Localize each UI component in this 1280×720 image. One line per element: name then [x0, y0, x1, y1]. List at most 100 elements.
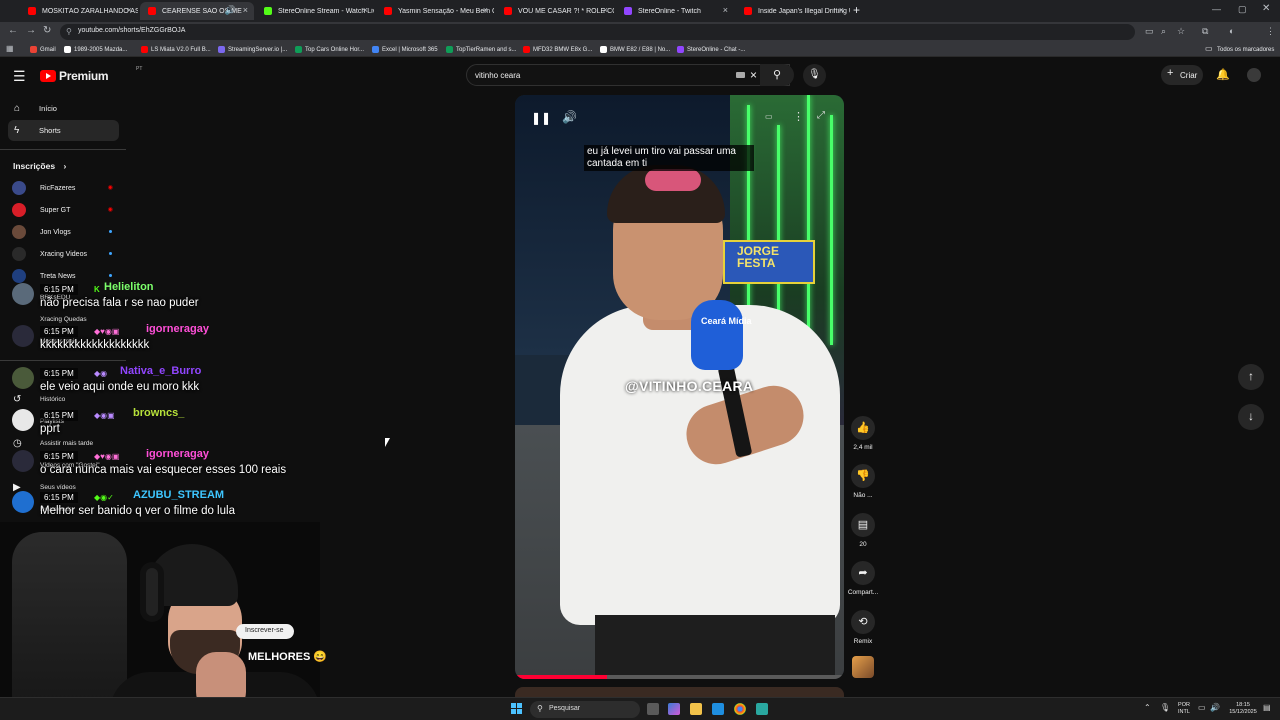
video-progress-bar[interactable]: [515, 675, 844, 679]
subscriptions-heading[interactable]: Inscrições ›: [13, 161, 66, 171]
all-bookmarks-folder[interactable]: ▭ Todos os marcadores: [1205, 44, 1274, 55]
share-button[interactable]: ➦ Compart...: [846, 561, 880, 596]
apps-grid-icon[interactable]: ▦: [6, 44, 14, 53]
close-tab-icon[interactable]: ×: [483, 5, 488, 15]
bookmark-item[interactable]: StreamingServer.io |...: [218, 44, 287, 55]
sidebar-subscription[interactable]: RicFazeres ◉: [12, 181, 122, 195]
bookmark-item[interactable]: BMW E82 / E88 | No...: [600, 44, 670, 55]
network-icon[interactable]: ▭: [1198, 703, 1206, 712]
bookmark-item[interactable]: Gmail: [30, 44, 56, 55]
bookmark-star-icon[interactable]: ☆: [1177, 26, 1185, 37]
youtube-premium-logo[interactable]: Premium PT: [40, 66, 142, 83]
hamburger-menu-icon[interactable]: ☰: [13, 68, 26, 85]
close-tab-icon[interactable]: ×: [243, 5, 248, 15]
close-tab-icon[interactable]: ×: [723, 5, 728, 15]
captions-icon[interactable]: ▭: [765, 112, 773, 121]
bookmark-item[interactable]: MFD32 BMW E8x G...: [523, 44, 592, 55]
shorts-video-player[interactable]: JORGE FESTA Ceará Mídia @VITINHO.CEARA e…: [515, 95, 844, 679]
zoom-icon[interactable]: ⌕: [1161, 26, 1166, 37]
chat-timestamp: 6:15 PM: [40, 368, 78, 379]
chat-avatar: [12, 409, 34, 431]
more-options-icon[interactable]: ⋮: [793, 110, 804, 123]
cast-icon[interactable]: ▭: [1145, 26, 1154, 37]
copilot-icon[interactable]: [668, 703, 680, 715]
fullscreen-icon[interactable]: ⤢: [817, 110, 825, 121]
language-indicator[interactable]: POR INTL: [1176, 702, 1192, 716]
browser-tab[interactable]: VOU ME CASAR ?! * ROLE COM... ×: [496, 2, 614, 20]
excel-icon: [372, 46, 379, 53]
bookmark-item[interactable]: StereOnline - Chat -...: [677, 44, 745, 55]
channel-thumbnail[interactable]: [852, 656, 874, 678]
next-short-preview[interactable]: [515, 687, 844, 697]
like-button[interactable]: 👍 2,4 mil: [846, 416, 880, 451]
sidebar-item-home[interactable]: ⌂ Início: [8, 98, 119, 119]
logo-word: Premium: [59, 69, 109, 83]
close-window-icon[interactable]: ✕: [1262, 3, 1270, 14]
windows-start-icon[interactable]: [511, 703, 523, 715]
subscribe-button[interactable]: Inscrever-se: [236, 624, 294, 639]
bookmark-item[interactable]: 1989-2005 Mazda...: [64, 44, 127, 55]
bookmark-label: TopTierRamen and s...: [456, 46, 517, 53]
sheet-icon: [295, 46, 302, 53]
bookmark-item[interactable]: Excel | Microsoft 365: [372, 44, 438, 55]
sidebar-subscription[interactable]: Jon Vlogs: [12, 225, 122, 239]
sidebar-subscription[interactable]: Super GT ◉: [12, 203, 122, 217]
clear-search-icon[interactable]: ×: [750, 68, 757, 82]
volume-icon[interactable]: 🔊: [562, 110, 577, 124]
profile-icon[interactable]: ◐: [1229, 26, 1234, 36]
tray-chevron-up-icon[interactable]: ⌃: [1144, 703, 1151, 712]
browser-tab[interactable]: MOSKITÃO ZARALHANDO AS V... ×: [20, 2, 138, 20]
reload-icon[interactable]: ↻: [43, 25, 51, 36]
maximize-icon[interactable]: ▢: [1238, 4, 1247, 15]
new-tab-button[interactable]: +: [853, 3, 860, 17]
notification-center-icon[interactable]: ▤: [1263, 703, 1271, 712]
menu-icon[interactable]: ⋮: [1266, 26, 1275, 37]
volume-tray-icon[interactable]: 🔊: [1210, 703, 1220, 712]
remix-button[interactable]: ⟲ Remix: [846, 610, 880, 645]
chrome-icon[interactable]: [734, 703, 746, 715]
dislike-button[interactable]: 👎 Não ...: [846, 464, 880, 499]
edge-icon[interactable]: [712, 703, 724, 715]
browser-tab-active[interactable]: CEARENSE SÃO OS MELHOR... 🔊 ×: [140, 2, 254, 20]
taskbar-search-input[interactable]: ⚲ Pesquisar: [530, 701, 640, 718]
voice-search-button[interactable]: 🎙: [803, 64, 826, 87]
search-input[interactable]: vitinho ceara ×: [466, 64, 790, 86]
chat-timestamp: 6:15 PM: [40, 410, 78, 421]
address-bar[interactable]: ⚲ youtube.com/shorts/EhZGGrBOJA: [60, 24, 1135, 40]
forward-icon[interactable]: →: [26, 25, 36, 36]
bookmark-item[interactable]: LS Miata V2.0 Full B...: [141, 44, 211, 55]
site-info-icon[interactable]: ⚲: [66, 27, 72, 36]
close-tab-icon[interactable]: ×: [839, 5, 844, 15]
close-tab-icon[interactable]: ×: [603, 5, 608, 15]
browser-tab[interactable]: Yasmin Sensação - Meu Bem C... ×: [376, 2, 494, 20]
notifications-bell-icon[interactable]: 🔔: [1216, 68, 1230, 81]
comments-button[interactable]: ▤ 20: [846, 513, 880, 548]
bookmark-item[interactable]: Top Cars Online Hor...: [295, 44, 364, 55]
sidebar-item-shorts[interactable]: ϟ Shorts: [8, 120, 119, 141]
browser-tab[interactable]: StereOnline Stream - Watch Liv... ×: [256, 2, 374, 20]
chat-username: AZUBU_STREAM: [133, 489, 225, 501]
task-view-icon[interactable]: [647, 703, 659, 715]
next-short-button[interactable]: ↓: [1238, 404, 1264, 430]
create-button[interactable]: + Criar: [1161, 65, 1203, 85]
clock[interactable]: 18:15 15/12/2025: [1226, 702, 1260, 716]
keyboard-icon[interactable]: [736, 72, 745, 78]
bookmark-item[interactable]: TopTierRamen and s...: [446, 44, 516, 55]
app-icon[interactable]: [756, 703, 768, 715]
back-icon[interactable]: ←: [8, 25, 18, 36]
extensions-icon[interactable]: ⧉: [1202, 26, 1208, 37]
microphone-tray-icon[interactable]: 🎙: [1160, 703, 1170, 712]
minimize-icon[interactable]: —: [1212, 4, 1221, 14]
close-tab-icon[interactable]: ×: [363, 5, 368, 15]
channel-name: Treta News: [40, 272, 76, 280]
file-explorer-icon[interactable]: [690, 703, 702, 715]
browser-tab[interactable]: Inside Japan's Illegal Drifting U... ×: [736, 2, 850, 20]
sidebar-subscription[interactable]: Xracing Videos: [12, 247, 122, 261]
pause-icon[interactable]: ❚❚: [531, 111, 551, 125]
previous-short-button[interactable]: ↑: [1238, 364, 1264, 390]
audio-playing-icon[interactable]: 🔊: [225, 5, 236, 16]
account-avatar[interactable]: [1247, 68, 1261, 82]
search-button[interactable]: ⚲: [760, 64, 794, 86]
close-tab-icon[interactable]: ×: [127, 5, 132, 15]
browser-tab[interactable]: StereOnline - Twitch ×: [616, 2, 734, 20]
